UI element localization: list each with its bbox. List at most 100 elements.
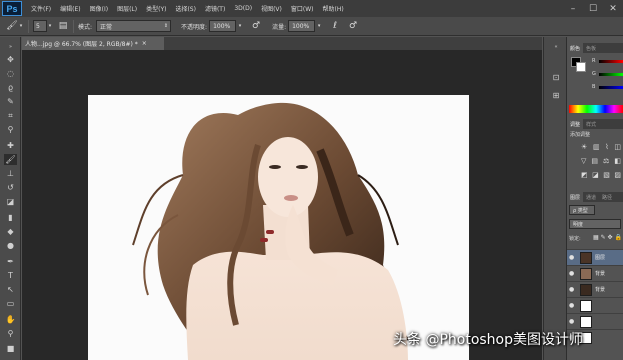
gradient-map-icon[interactable]: ▨ (614, 171, 621, 179)
layers-panel-tabs: 图层 通道 路径 (567, 192, 623, 202)
visibility-eye-icon[interactable]: ● (569, 286, 578, 293)
dock-collapse-icon[interactable]: « (550, 41, 562, 53)
gradient-tool-icon[interactable]: ▮ (4, 212, 17, 223)
menu-type[interactable]: 类型(Y) (146, 4, 166, 13)
zoom-tool-icon[interactable]: ⚲ (4, 328, 17, 339)
color-balance-icon[interactable]: ⚖ (603, 157, 609, 165)
menu-file[interactable]: 文件(F) (31, 4, 51, 13)
pen-tool-icon[interactable]: ✒ (4, 256, 17, 267)
eraser-tool-icon[interactable]: ◪ (4, 196, 17, 207)
menu-3d[interactable]: 3D(D) (234, 5, 252, 12)
tool-preset-chevron-icon[interactable]: ▾ (18, 20, 24, 32)
brush-tool-icon[interactable]: 🖌 (4, 154, 17, 165)
dodge-tool-icon[interactable]: ● (4, 240, 17, 251)
brush-tool-icon[interactable]: 🖌 (6, 20, 18, 32)
airbrush-icon[interactable]: ℓ (329, 20, 341, 32)
visibility-eye-icon[interactable]: ● (569, 302, 578, 309)
background-color-swatch[interactable] (576, 62, 586, 72)
layer-row[interactable]: ● (567, 313, 623, 329)
toolbar-collapse-icon[interactable]: » (4, 41, 17, 52)
visibility-eye-icon[interactable]: ● (569, 270, 578, 277)
brush-panel-toggle-icon[interactable]: ▤ (57, 20, 69, 32)
panel-dock-strip: « ⊡ ⊞ (543, 37, 567, 360)
move-tool-icon[interactable]: ✥ (4, 54, 17, 65)
clone-stamp-tool-icon[interactable]: ⊥ (4, 168, 17, 179)
menu-edit[interactable]: 编辑(E) (60, 4, 80, 13)
path-select-tool-icon[interactable]: ↖ (4, 284, 17, 295)
tab-layers[interactable]: 图层 (567, 192, 584, 202)
layer-kind-filter[interactable]: ρ 类型 (569, 205, 595, 215)
tab-channels[interactable]: 通道 (583, 192, 599, 202)
history-brush-tool-icon[interactable]: ↺ (4, 182, 17, 193)
opacity-input[interactable]: 100% (209, 20, 237, 32)
adjust-row-2: ▽ ▤ ⚖ ◧ (581, 157, 621, 165)
close-window-button[interactable]: ✕ (603, 0, 623, 17)
quick-select-tool-icon[interactable]: ✎ (4, 96, 17, 107)
eyedropper-tool-icon[interactable]: ⚲ (4, 124, 17, 135)
exposure-icon[interactable]: ◫ (614, 143, 621, 151)
lasso-tool-icon[interactable]: ϱ (4, 82, 17, 93)
channel-g-slider[interactable] (599, 73, 623, 76)
layer-row[interactable]: ● 背景 (567, 265, 623, 281)
menu-window[interactable]: 窗口(W) (291, 4, 314, 13)
pressure-size-icon[interactable]: ♂ (347, 20, 359, 32)
visibility-eye-icon[interactable]: ● (569, 254, 578, 261)
visibility-eye-icon[interactable]: ● (569, 318, 578, 325)
flow-input[interactable]: 100% (288, 20, 316, 32)
menu-help[interactable]: 帮助(H) (323, 4, 344, 13)
opacity-slider-chevron-icon[interactable]: ▾ (236, 20, 244, 32)
threshold-icon[interactable]: ▧ (603, 171, 610, 179)
minimize-button[interactable]: – (563, 0, 583, 17)
opacity-label: 不透明度: (181, 23, 208, 31)
color-spectrum-bar[interactable] (569, 105, 623, 113)
document-close-icon[interactable]: × (142, 40, 147, 47)
posterize-icon[interactable]: ◪ (592, 171, 599, 179)
layer-thumbnail (580, 251, 592, 264)
properties-panel-icon[interactable]: ⊞ (550, 89, 562, 101)
tab-adjustments[interactable]: 调整 (567, 119, 584, 129)
type-tool-icon[interactable]: T (4, 270, 17, 281)
menu-filter[interactable]: 滤镜(T) (205, 4, 225, 13)
blur-tool-icon[interactable]: ◆ (4, 226, 17, 237)
document-tab[interactable]: 人物...jpg @ 66.7% (图层 2, RGB/8#) * × (22, 37, 164, 50)
lock-icons[interactable]: ▦ ✎ ✥ 🔒 (593, 234, 622, 241)
tab-paths[interactable]: 路径 (599, 192, 615, 202)
layer-row[interactable]: ● 背景 (567, 281, 623, 297)
blend-mode-select[interactable]: 明度 (569, 219, 621, 229)
shape-tool-icon[interactable]: ▭ (4, 298, 17, 309)
channel-b-slider[interactable] (599, 86, 623, 89)
flow-slider-chevron-icon[interactable]: ▾ (315, 20, 323, 32)
black-white-icon[interactable]: ◧ (614, 157, 621, 165)
maximize-button[interactable]: ☐ (583, 0, 603, 17)
tab-color[interactable]: 颜色 (567, 43, 584, 53)
document-canvas[interactable] (88, 95, 469, 360)
brightness-icon[interactable]: ☀ (581, 143, 587, 151)
menu-image[interactable]: 图像(I) (90, 4, 108, 13)
menu-layer[interactable]: 图层(L) (117, 4, 137, 13)
right-panels: 颜色 色板 R G B 调整 样式 添加调整 ☀ ▥ ⌇ ◫ ▽ ▤ ⚖ ◧ ◩… (567, 37, 623, 360)
canvas-area[interactable] (22, 50, 542, 360)
channel-r-slider[interactable] (599, 60, 623, 63)
hue-saturation-icon[interactable]: ▤ (591, 157, 598, 165)
layer-row[interactable]: ● 图层 (567, 249, 623, 265)
tab-styles[interactable]: 样式 (583, 119, 599, 129)
menu-view[interactable]: 视图(V) (261, 4, 282, 13)
hand-tool-icon[interactable]: ✋ (4, 314, 17, 325)
layer-row[interactable]: ● (567, 297, 623, 313)
levels-icon[interactable]: ▥ (593, 143, 600, 151)
curves-icon[interactable]: ⌇ (605, 143, 608, 151)
color-swatches-icon[interactable]: ■ (4, 343, 17, 354)
brush-picker-chevron-icon[interactable]: ▾ (47, 20, 53, 32)
invert-icon[interactable]: ◩ (581, 171, 588, 179)
healing-brush-tool-icon[interactable]: ✚ (4, 140, 17, 151)
tab-swatches[interactable]: 色板 (583, 43, 599, 53)
crop-tool-icon[interactable]: ⌗ (4, 110, 17, 121)
menu-select[interactable]: 选择(S) (175, 4, 196, 13)
divider (73, 19, 74, 33)
brush-size-picker[interactable]: 5 (33, 20, 47, 32)
pressure-opacity-icon[interactable]: ♂ (250, 20, 262, 32)
vibrance-icon[interactable]: ▽ (581, 157, 586, 165)
mode-select[interactable]: 正常 ⇕ (96, 20, 172, 32)
history-panel-icon[interactable]: ⊡ (550, 71, 562, 83)
marquee-tool-icon[interactable]: ◌ (4, 68, 17, 79)
